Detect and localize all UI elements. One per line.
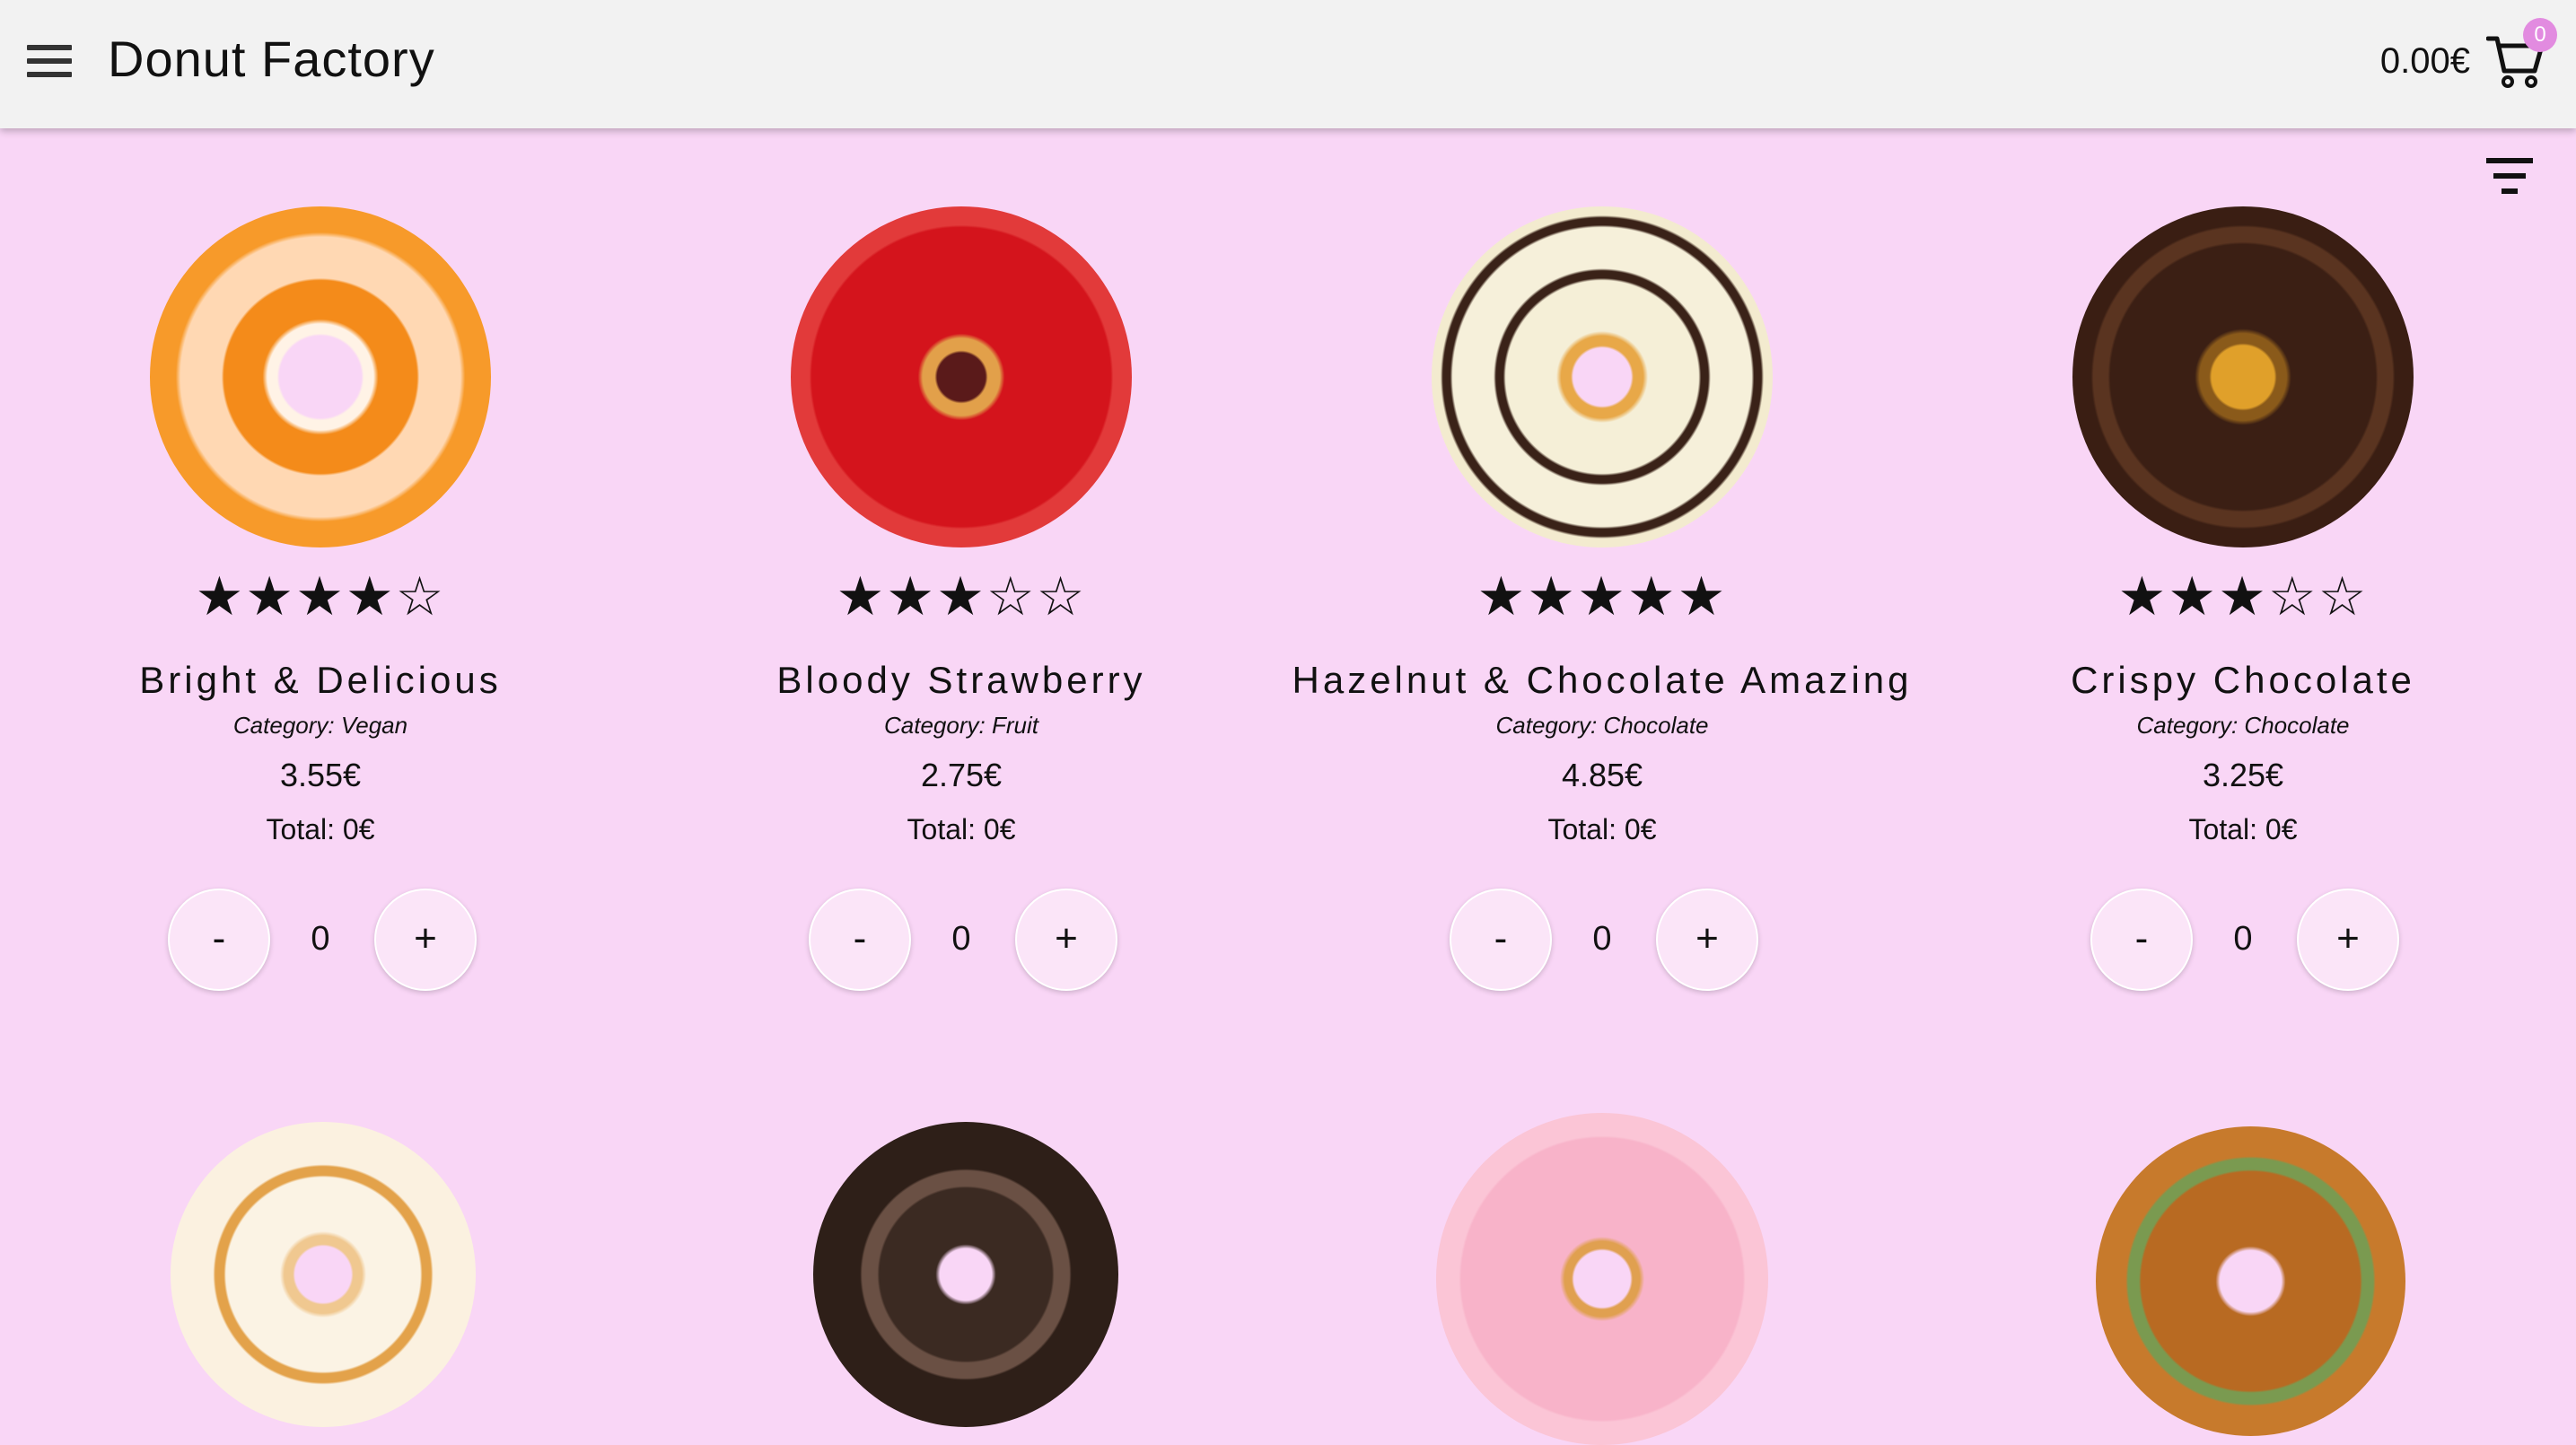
quantity-value: 0 [2233,920,2253,958]
product-price: 2.75€ [920,757,1003,793]
donut-image [2072,206,2414,547]
quantity-value: 0 [311,920,330,958]
donut-image [150,206,491,547]
product-category: Category: Chocolate [1495,712,1709,739]
product-category: Category: Fruit [884,712,1038,739]
rating-stars: ★★★☆☆ [836,566,1087,626]
decrease-quantity-button[interactable]: - [168,889,270,991]
decrease-quantity-button[interactable]: - [1450,889,1552,991]
product-card: ★★★☆☆ Bloody Strawberry Category: Fruit … [641,0,1282,996]
app-bar: Donut Factory 0.00€ 0 [0,0,2576,128]
rating-stars: ★★★★☆ [195,566,446,626]
product-price: 4.85€ [1561,757,1643,793]
product-category: Category: Chocolate [2136,712,2350,739]
product-card: ★★★☆☆ Crispy Chocolate Category: Chocola… [1923,0,2563,996]
product-card: ★★★★☆ Bright & Delicious Category: Vegan… [0,0,641,996]
product-total: Total: 0€ [266,813,375,845]
quantity-value: 0 [951,920,971,958]
product-total: Total: 0€ [1547,813,1657,845]
rating-stars: ★★★★★ [1476,566,1728,626]
donut-image [791,206,1132,547]
donut-image [2096,1126,2405,1436]
menu-icon[interactable] [20,36,79,86]
donut-image [171,1122,476,1427]
decrease-quantity-button[interactable]: - [809,889,911,991]
quantity-value: 0 [1592,920,1612,958]
rating-stars: ★★★☆☆ [2117,566,2369,626]
product-name: Bright & Delicious [139,659,502,701]
cart-total: 0.00€ [2379,41,2470,81]
decrease-quantity-button[interactable]: - [2090,889,2193,991]
product-name: Hazelnut & Chocolate Amazing [1292,659,1913,701]
increase-quantity-button[interactable]: + [1656,889,1758,991]
donut-image [1436,1113,1768,1445]
product-category: Category: Vegan [232,712,408,739]
product-card: ★★★★★ Hazelnut & Chocolate Amazing Categ… [1282,0,1923,996]
cart-count-badge: 0 [2523,18,2557,52]
product-price: 3.55€ [279,757,362,793]
donut-image [813,1122,1118,1427]
product-total: Total: 0€ [2188,813,2298,845]
product-price: 3.25€ [2202,757,2284,793]
increase-quantity-button[interactable]: + [2297,889,2399,991]
increase-quantity-button[interactable]: + [374,889,477,991]
increase-quantity-button[interactable]: + [1015,889,1117,991]
product-name: Bloody Strawberry [776,659,1146,701]
app-title: Donut Factory [108,31,435,87]
donut-image [1432,206,1773,547]
product-total: Total: 0€ [907,813,1016,845]
product-name: Crispy Chocolate [2071,659,2415,701]
